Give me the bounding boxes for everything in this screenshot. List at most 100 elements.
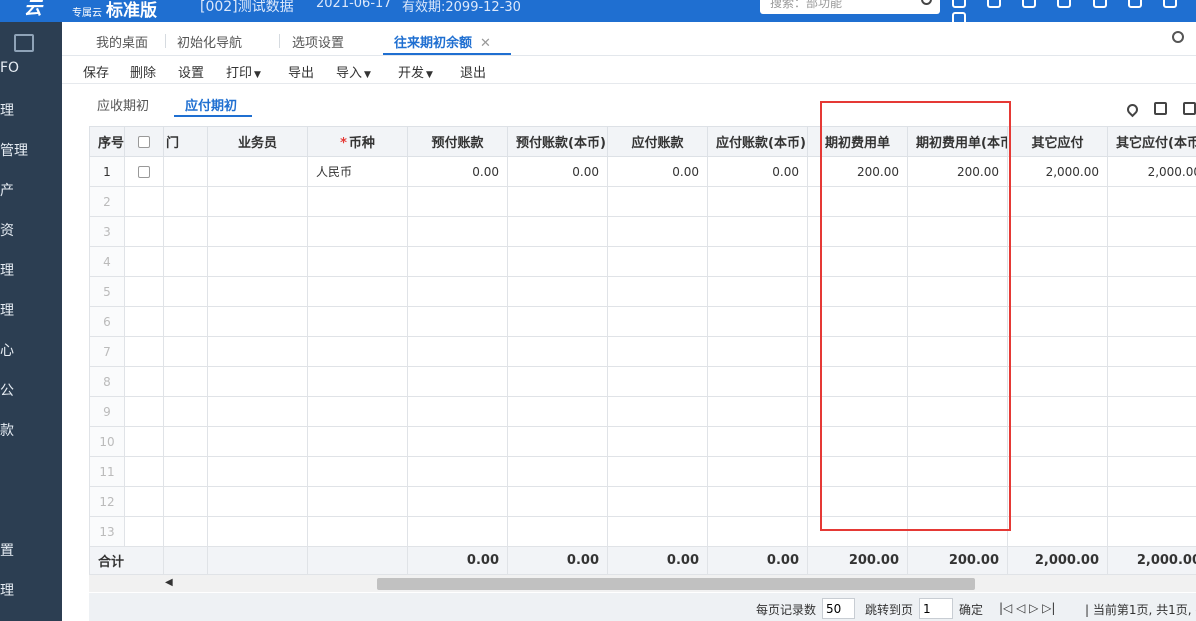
table-cell[interactable] (407, 336, 508, 367)
table-cell[interactable] (1107, 426, 1196, 457)
table-cell[interactable] (163, 336, 208, 367)
table-cell[interactable] (807, 396, 908, 427)
sidebar-item[interactable]: 理 (0, 100, 14, 120)
table-cell[interactable] (163, 186, 208, 217)
table-cell[interactable] (807, 276, 908, 307)
table-cell[interactable] (163, 396, 208, 427)
table-row[interactable]: 12 (89, 486, 1196, 517)
table-cell[interactable] (1007, 396, 1108, 427)
table-cell[interactable] (407, 246, 508, 277)
table-cell[interactable] (707, 276, 808, 307)
phone-icon[interactable] (1092, 0, 1107, 8)
table-cell[interactable] (1007, 276, 1108, 307)
exit-button[interactable]: 退出 (460, 62, 486, 81)
table-cell[interactable] (507, 396, 608, 427)
table-cell[interactable] (207, 276, 308, 307)
table-cell[interactable] (1007, 366, 1108, 397)
table-cell[interactable] (507, 216, 608, 247)
table-cell[interactable] (124, 186, 164, 217)
table-cell[interactable] (307, 426, 408, 457)
table-cell[interactable] (607, 186, 708, 217)
table-cell[interactable] (307, 336, 408, 367)
table-row[interactable]: 1 人民币 0.00 0.00 0.00 0.00 200.00 200.00 … (89, 156, 1196, 187)
cell-other-payable[interactable]: 2,000.00 (1007, 156, 1108, 187)
close-icon[interactable]: ✕ (480, 36, 491, 51)
subtab-payable[interactable]: 应付期初 (185, 95, 237, 114)
table-cell[interactable] (607, 216, 708, 247)
col-header-index[interactable]: 序号 (89, 126, 125, 157)
row-checkbox[interactable] (138, 166, 150, 178)
table-cell[interactable] (607, 516, 708, 547)
table-cell[interactable] (907, 216, 1008, 247)
cell-currency[interactable]: 人民币 (307, 156, 408, 187)
table-cell[interactable] (124, 306, 164, 337)
cell-other-payable-local[interactable]: 2,000.00 (1107, 156, 1196, 187)
col-header-other-payable[interactable]: 其它应付 (1007, 126, 1108, 157)
table-cell[interactable] (907, 486, 1008, 517)
tab-desktop[interactable]: 我的桌面 (96, 32, 148, 51)
save-button[interactable]: 保存 (83, 62, 109, 81)
table-cell[interactable] (807, 216, 908, 247)
table-cell[interactable] (207, 186, 308, 217)
table-cell[interactable] (507, 456, 608, 487)
per-page-input[interactable] (822, 598, 855, 619)
table-cell[interactable] (1007, 456, 1108, 487)
table-cell[interactable] (163, 216, 208, 247)
table-cell[interactable] (207, 216, 308, 247)
search-icon[interactable] (921, 0, 932, 5)
table-cell[interactable] (907, 516, 1008, 547)
table-cell[interactable] (507, 426, 608, 457)
table-cell[interactable] (124, 246, 164, 277)
table-cell[interactable] (163, 276, 208, 307)
table-cell[interactable] (907, 246, 1008, 277)
table-cell[interactable] (207, 396, 308, 427)
col-header-prepaid[interactable]: 预付账款 (407, 126, 508, 157)
table-cell[interactable] (307, 456, 408, 487)
table-cell[interactable] (207, 246, 308, 277)
table-cell[interactable] (707, 516, 808, 547)
table-cell[interactable] (807, 306, 908, 337)
table-cell[interactable] (163, 426, 208, 457)
scroll-thumb[interactable] (377, 578, 975, 590)
table-cell[interactable] (907, 186, 1008, 217)
confirm-button[interactable]: 确定 (959, 601, 983, 618)
table-cell[interactable] (1107, 366, 1196, 397)
table-cell[interactable] (907, 396, 1008, 427)
table-cell[interactable] (1007, 246, 1108, 277)
cell-prepaid-local[interactable]: 0.00 (507, 156, 608, 187)
bell-icon[interactable] (1057, 0, 1072, 8)
col-header-expense[interactable]: 期初费用单 (807, 126, 908, 157)
table-cell[interactable] (607, 486, 708, 517)
table-cell[interactable] (907, 426, 1008, 457)
table-cell[interactable] (607, 246, 708, 277)
table-cell[interactable] (1007, 306, 1108, 337)
horizontal-scrollbar[interactable]: ◀ (89, 574, 1196, 592)
table-cell[interactable] (907, 336, 1008, 367)
table-cell[interactable] (507, 276, 608, 307)
col-header-salesman[interactable]: 业务员 (207, 126, 308, 157)
table-cell[interactable] (707, 426, 808, 457)
export-button[interactable]: 导出 (288, 62, 314, 81)
cell-prepaid[interactable]: 0.00 (407, 156, 508, 187)
table-cell[interactable] (207, 366, 308, 397)
table-cell[interactable] (163, 246, 208, 277)
table-row[interactable]: 3 (89, 216, 1196, 247)
table-cell[interactable] (407, 366, 508, 397)
sidebar-item[interactable]: 产 (0, 180, 14, 200)
table-cell[interactable] (124, 336, 164, 367)
col-header-select[interactable] (124, 126, 164, 157)
table-cell[interactable] (307, 396, 408, 427)
cell-salesman[interactable] (207, 156, 308, 187)
table-cell[interactable] (907, 366, 1008, 397)
global-search-input[interactable]: 搜索：部功能 (760, 0, 940, 14)
table-cell[interactable] (1107, 306, 1196, 337)
table-cell[interactable] (707, 396, 808, 427)
settings-button[interactable]: 设置 (178, 62, 204, 81)
tab-opening-balance[interactable]: 往来期初余额 ✕ (394, 32, 491, 51)
develop-button[interactable]: 开发 ▼ (398, 62, 433, 81)
locate-icon[interactable] (1124, 101, 1140, 118)
table-cell[interactable] (307, 276, 408, 307)
table-cell[interactable] (407, 396, 508, 427)
table-cell[interactable] (407, 516, 508, 547)
table-cell[interactable] (707, 186, 808, 217)
